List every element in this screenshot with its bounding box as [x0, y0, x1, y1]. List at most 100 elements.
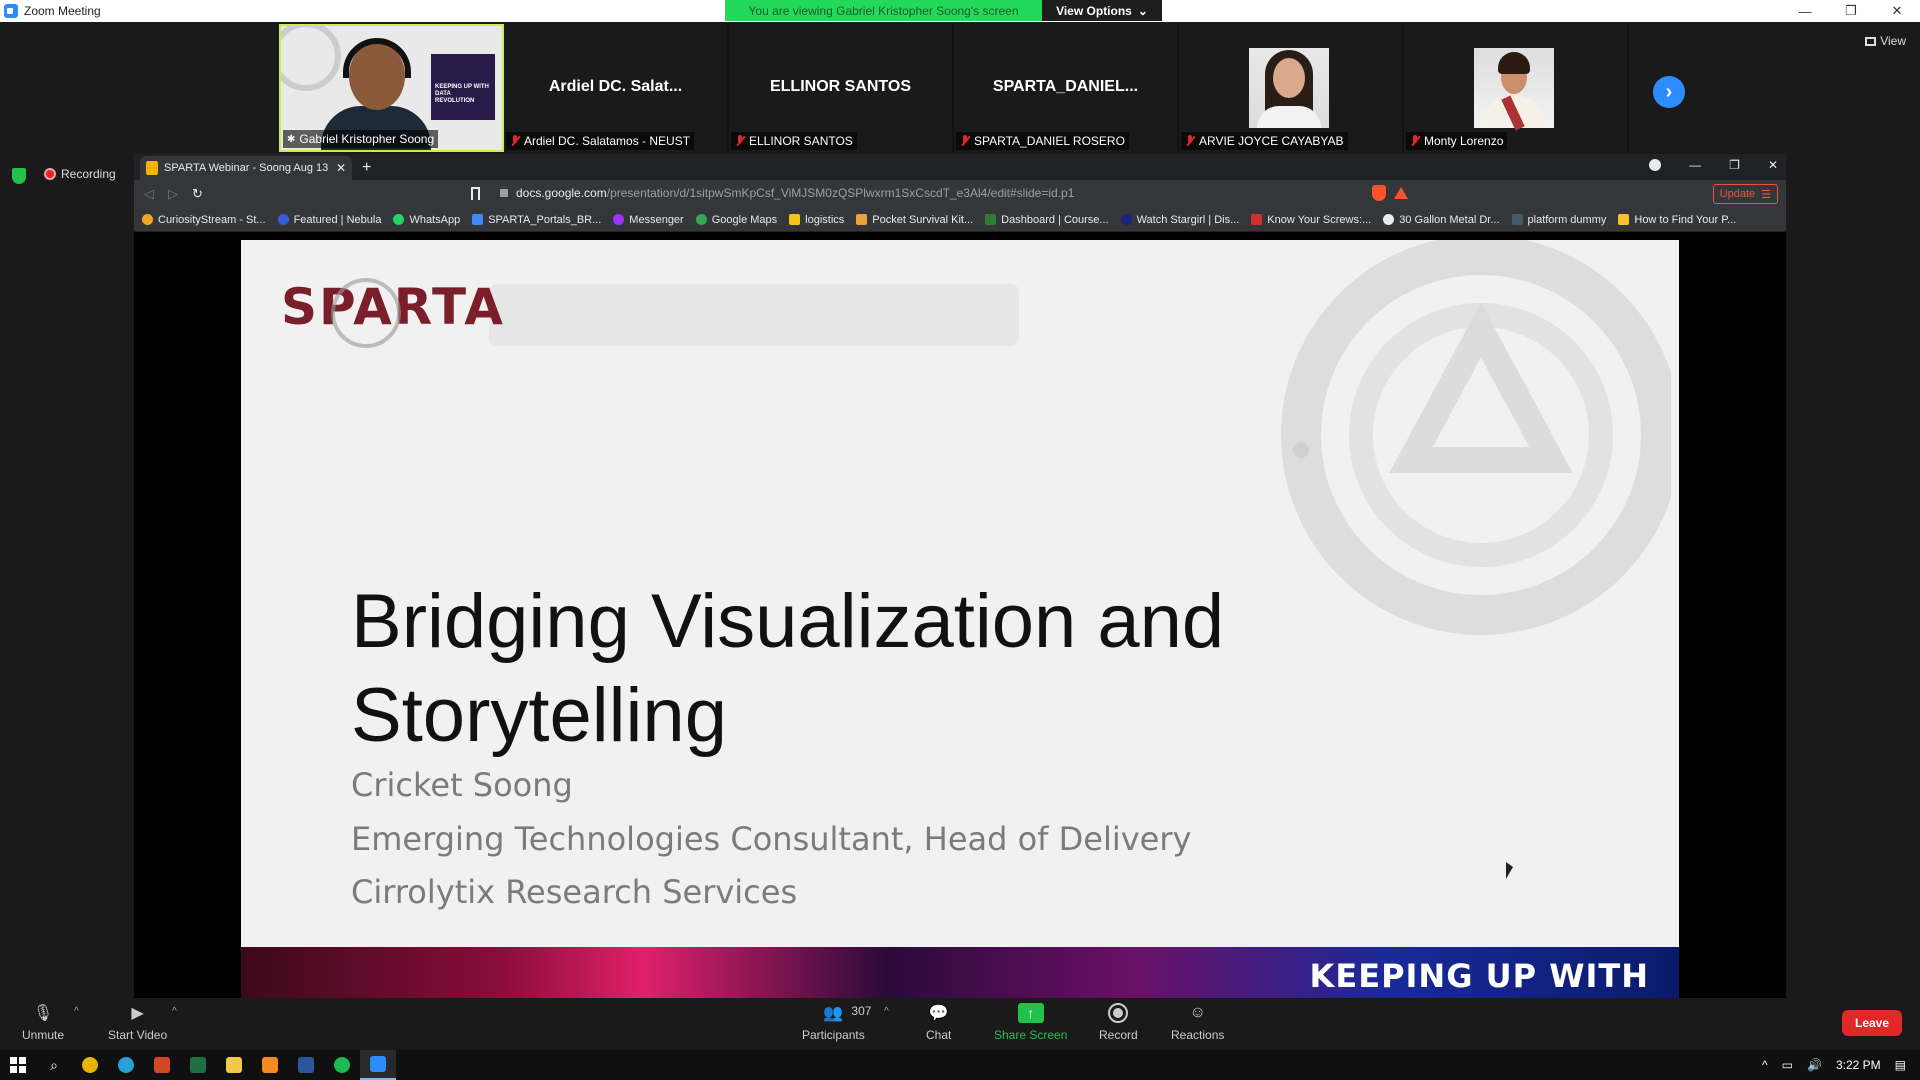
new-tab-button[interactable]: + — [362, 159, 371, 177]
bookmark-favicon — [1383, 214, 1395, 225]
next-page-button[interactable]: › — [1653, 76, 1685, 108]
record-icon[interactable] — [1649, 159, 1662, 171]
bookmark-favicon — [985, 214, 997, 225]
bookmark-item[interactable]: Know Your Screws:... — [1251, 214, 1371, 226]
search-icon: ⌕ — [50, 1056, 58, 1073]
participant-label: Ardiel DC. Salatamos - NEUST — [506, 132, 695, 150]
participant-name: SPARTA_DANIEL ROSERO — [974, 134, 1125, 148]
recording-indicator[interactable]: Recording — [44, 167, 116, 181]
windows-logo-icon — [10, 1057, 26, 1073]
search-button[interactable]: ⌕ — [36, 1050, 72, 1080]
muted-mic-icon — [1185, 135, 1195, 147]
view-button[interactable]: View — [1865, 34, 1906, 48]
bookmark-icon[interactable] — [471, 187, 480, 200]
record-button[interactable]: Record — [1099, 1002, 1138, 1042]
update-button[interactable]: Update ☰ — [1712, 184, 1778, 204]
audio-options-caret-icon[interactable]: ^ — [74, 1006, 79, 1017]
taskbar-chrome[interactable] — [72, 1050, 108, 1080]
view-label: View — [1880, 34, 1906, 48]
bookmark-item[interactable]: Messenger — [613, 214, 684, 226]
back-icon[interactable]: ◁ — [144, 186, 154, 202]
bookmark-item[interactable]: platform dummy — [1511, 214, 1606, 226]
start-video-label: Start Video — [108, 1028, 168, 1042]
taskbar-sublime[interactable] — [252, 1050, 288, 1080]
word-icon — [298, 1057, 314, 1073]
muted-mic-icon — [960, 135, 970, 147]
minimize-button[interactable]: — — [1782, 0, 1828, 22]
video-options-caret-icon[interactable]: ^ — [172, 1006, 177, 1017]
video-off-icon: ▶ — [131, 1005, 144, 1022]
browser-close-icon[interactable]: ✕ — [1768, 158, 1778, 172]
taskbar-zoom[interactable] — [360, 1050, 396, 1080]
browser-minimize-icon[interactable]: — — [1689, 158, 1701, 172]
participant-tile[interactable]: ✱ Gabriel Kristopher Soong — [279, 24, 504, 152]
browser-tab[interactable]: SPARTA Webinar - Soong Aug 13 ✕ — [140, 156, 352, 180]
windows-taskbar: ⌕ ^ ▭ 🔊 3:22 PM ▤ — [0, 1050, 1920, 1080]
encryption-shield-icon[interactable] — [12, 168, 26, 184]
shared-screen-browser: SPARTA Webinar - Soong Aug 13 ✕ + — ❐ ✕ … — [134, 154, 1786, 998]
chevron-right-icon: › — [1665, 80, 1673, 103]
brave-shield-icon[interactable] — [1372, 185, 1386, 201]
participants-button[interactable]: 👥 307 Participants — [802, 1002, 872, 1042]
leave-button[interactable]: Leave — [1842, 1010, 1902, 1036]
participant-tile[interactable]: Monty Lorenzo — [1404, 24, 1629, 152]
bookmark-item[interactable]: How to Find Your P... — [1618, 214, 1736, 226]
taskbar-edge[interactable] — [108, 1050, 144, 1080]
bookmark-item[interactable]: CuriosityStream - St... — [142, 214, 266, 226]
brave-rewards-icon[interactable] — [1394, 187, 1408, 199]
url-host: docs.google.com — [516, 186, 607, 200]
bookmark-item[interactable]: Watch Stargirl | Dis... — [1120, 214, 1239, 226]
taskbar-file-explorer[interactable] — [216, 1050, 252, 1080]
volume-icon[interactable]: 🔊 — [1807, 1058, 1822, 1072]
banner-text: KEEPING UP WITH — [1309, 957, 1649, 995]
webinar-poster — [431, 54, 495, 120]
bookmark-item[interactable]: Google Maps — [695, 214, 777, 226]
view-options-button[interactable]: View Options ⌄ — [1042, 0, 1162, 21]
presenter-name: Cricket Soong — [351, 766, 573, 804]
bookmark-item[interactable]: SPARTA_Portals_BR... — [472, 214, 601, 226]
bookmark-favicon — [1251, 214, 1263, 225]
browser-restore-icon[interactable]: ❐ — [1729, 158, 1740, 172]
slide-title: Bridging Visualization and Storytelling — [351, 575, 1351, 763]
clock[interactable]: 3:22 PM — [1836, 1058, 1881, 1072]
slide-title-line: Storytelling — [351, 673, 727, 758]
participant-tile[interactable]: Ardiel DC. Salat... Ardiel DC. Salatamos… — [504, 24, 729, 152]
participants-caret-icon[interactable]: ^ — [884, 1006, 889, 1017]
bookmark-item[interactable]: 30 Gallon Metal Dr... — [1383, 214, 1500, 226]
bookmarks-bar: CuriosityStream - St... Featured | Nebul… — [134, 208, 1786, 232]
close-button[interactable]: ✕ — [1874, 0, 1920, 22]
taskbar-powerpoint[interactable] — [144, 1050, 180, 1080]
close-tab-icon[interactable]: ✕ — [336, 161, 346, 175]
chat-button[interactable]: 💬 Chat — [926, 1002, 951, 1042]
url-field[interactable]: docs.google.com/presentation/d/1sitpwSmK… — [500, 186, 1074, 200]
recording-label: Recording — [61, 167, 116, 181]
network-icon[interactable]: ▭ — [1782, 1058, 1793, 1072]
taskbar-excel[interactable] — [180, 1050, 216, 1080]
bookmark-item[interactable]: logistics — [789, 214, 844, 226]
bookmark-item[interactable]: WhatsApp — [393, 214, 460, 226]
participants-icon: 👥 307 — [823, 1004, 872, 1022]
taskbar-word[interactable] — [288, 1050, 324, 1080]
participant-tile[interactable]: ELLINOR SANTOS ELLINOR SANTOS — [729, 24, 954, 152]
bookmark-item[interactable]: Dashboard | Course... — [985, 214, 1109, 226]
taskbar-spotify[interactable] — [324, 1050, 360, 1080]
participant-tile[interactable]: SPARTA_DANIEL... SPARTA_DANIEL ROSERO — [954, 24, 1179, 152]
url-path: /presentation/d/1sitpwSmKpCsf_ViMJSM0zQS… — [606, 186, 1075, 200]
share-screen-label: Share Screen — [994, 1028, 1068, 1042]
unmute-button[interactable]: 🎙 Unmute — [22, 1002, 64, 1042]
tray-overflow-icon[interactable]: ^ — [1762, 1058, 1768, 1072]
reload-icon[interactable]: ↻ — [192, 186, 203, 202]
start-video-button[interactable]: ▶ Start Video — [108, 1002, 167, 1042]
restore-button[interactable]: ❐ — [1828, 0, 1874, 22]
bookmark-item[interactable]: Featured | Nebula — [277, 214, 381, 226]
zoom-app-icon — [4, 4, 18, 18]
participant-name: ARVIE JOYCE CAYABYAB — [1199, 134, 1344, 148]
start-button[interactable] — [0, 1050, 36, 1080]
reactions-button[interactable]: ☺ Reactions — [1171, 1002, 1224, 1042]
participant-tile[interactable]: ARVIE JOYCE CAYABYAB — [1179, 24, 1404, 152]
share-screen-button[interactable]: ↑ Share Screen — [994, 1002, 1067, 1042]
forward-icon[interactable]: ▷ — [168, 186, 178, 202]
participant-label: ✱ Gabriel Kristopher Soong — [283, 130, 439, 148]
bookmark-item[interactable]: Pocket Survival Kit... — [856, 214, 973, 226]
notifications-icon[interactable]: ▤ — [1895, 1058, 1906, 1072]
